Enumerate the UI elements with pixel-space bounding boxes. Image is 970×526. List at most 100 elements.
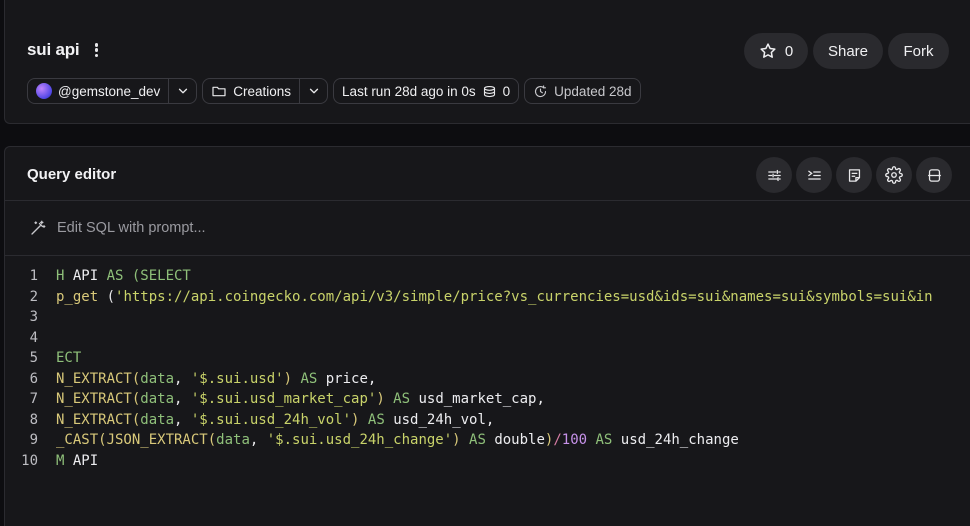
code-text: H API AS (SELECT bbox=[56, 266, 191, 287]
notes-icon bbox=[848, 168, 860, 182]
code-token: M bbox=[56, 452, 73, 469]
code-token: API bbox=[72, 452, 99, 469]
code-token: data bbox=[140, 370, 175, 387]
line-number: 2 bbox=[29, 288, 38, 305]
code-token: ) bbox=[452, 432, 470, 448]
code-token: 'https://api.coingecko.com/api/v3/simple… bbox=[115, 288, 933, 305]
owner-chip[interactable]: @gemstone_dev bbox=[27, 78, 170, 104]
parameters-button[interactable] bbox=[756, 157, 792, 193]
code-line[interactable]: 5 ECT bbox=[5, 348, 970, 369]
db-count: 0 bbox=[502, 83, 511, 99]
editor-toolbar bbox=[756, 157, 952, 193]
sliders-icon bbox=[767, 169, 781, 181]
share-button[interactable]: Share bbox=[813, 33, 883, 69]
code-token: AS bbox=[469, 432, 495, 448]
star-count: 0 bbox=[784, 42, 794, 60]
code-token: AS bbox=[393, 391, 419, 407]
code-text: N_EXTRACT(data, '$.sui.usd_24h_vol') AS … bbox=[56, 410, 494, 431]
code-token: ) bbox=[376, 391, 394, 407]
code-token: ECT bbox=[56, 350, 82, 366]
query-title: sui api bbox=[27, 40, 80, 59]
updated-chip[interactable]: Updated 28d bbox=[524, 78, 641, 104]
line-number: 8 bbox=[29, 411, 38, 428]
code-line[interactable]: 7 N_EXTRACT(data, '$.sui.usd_market_cap')… bbox=[5, 389, 970, 410]
star-icon bbox=[760, 43, 776, 58]
code-token: 100 bbox=[561, 432, 596, 448]
updated-text: Updated 28d bbox=[554, 83, 632, 99]
code-token: '$.sui.usd_24h_change' bbox=[266, 432, 453, 448]
code-token: , bbox=[249, 432, 267, 448]
line-number: 4 bbox=[29, 329, 38, 346]
fork-button[interactable]: Fork bbox=[888, 33, 949, 69]
chevron-down-icon bbox=[178, 88, 187, 94]
code-text: ECT bbox=[56, 348, 81, 369]
code-token: API bbox=[72, 268, 107, 284]
code-token: , bbox=[174, 370, 191, 387]
code-line[interactable]: 8 N_EXTRACT(data, '$.sui.usd_24h_vol') AS… bbox=[5, 410, 970, 431]
owner-name: @gemstone_dev bbox=[58, 83, 161, 99]
query-editor-card: Query editor 1 H API AS (SELECT 2 p_get ('h… bbox=[4, 146, 970, 526]
format-icon bbox=[807, 170, 821, 180]
more-options-icon[interactable] bbox=[91, 41, 101, 59]
settings-button[interactable] bbox=[876, 157, 912, 193]
collection-name: Creations bbox=[233, 83, 292, 99]
code-editor[interactable]: 1 H API AS (SELECT 2 p_get ('https://api.co… bbox=[5, 266, 970, 471]
code-token: H bbox=[56, 268, 73, 284]
code-token: N_EXTRACT( bbox=[56, 370, 141, 387]
code-line[interactable]: 2 p_get ('https://api.coingecko.com/api/v… bbox=[5, 287, 970, 308]
code-token: , bbox=[174, 411, 191, 428]
collection-dropdown[interactable] bbox=[300, 78, 329, 104]
layout-icon bbox=[927, 168, 941, 182]
line-number: 6 bbox=[29, 370, 38, 387]
editor-title: Query editor bbox=[27, 166, 117, 183]
code-token: AS (SELECT bbox=[106, 268, 191, 284]
code-token: N_EXTRACT( bbox=[56, 411, 141, 428]
code-line[interactable]: 1 H API AS (SELECT bbox=[5, 266, 970, 287]
code-token: price, bbox=[325, 370, 377, 387]
line-number: 3 bbox=[29, 309, 38, 325]
code-line[interactable]: 10 M API bbox=[5, 451, 970, 472]
notes-button[interactable] bbox=[836, 157, 872, 193]
query-header-card: sui api 0 Share Fork @gemstone_dev Creat… bbox=[4, 0, 970, 124]
code-token: '$.sui.usd_market_cap' bbox=[190, 391, 377, 407]
line-number: 1 bbox=[29, 268, 38, 284]
clock-refresh-icon bbox=[535, 84, 547, 97]
star-button[interactable]: 0 bbox=[744, 33, 808, 69]
code-token: ) bbox=[283, 370, 301, 387]
code-line[interactable]: 3 bbox=[5, 307, 970, 328]
last-run-text: Last run 28d ago in 0s bbox=[342, 83, 476, 99]
code-text: M API bbox=[56, 451, 98, 472]
owner-dropdown[interactable] bbox=[169, 78, 198, 104]
code-text: N_EXTRACT(data, '$.sui.usd') AS price, bbox=[56, 369, 376, 390]
code-token: data bbox=[140, 391, 175, 407]
code-token: '$.sui.usd' bbox=[190, 370, 284, 387]
code-token: usd_24h_change bbox=[620, 432, 739, 448]
owner-selector: @gemstone_dev bbox=[27, 78, 198, 104]
code-token: usd_24h_vol, bbox=[393, 411, 495, 428]
code-line[interactable]: 4 bbox=[5, 328, 970, 349]
code-token: AS bbox=[595, 432, 621, 448]
last-run-chip[interactable]: Last run 28d ago in 0s 0 bbox=[333, 78, 520, 104]
code-line[interactable]: 9 _CAST(JSON_EXTRACT(data, '$.sui.usd_24h… bbox=[5, 430, 970, 451]
line-number: 7 bbox=[29, 391, 38, 407]
line-number: 10 bbox=[21, 452, 38, 469]
code-token: _CAST(JSON_EXTRACT( bbox=[56, 432, 217, 448]
sql-prompt-input[interactable] bbox=[57, 220, 757, 236]
top-actions: 0 Share Fork bbox=[744, 33, 949, 69]
code-token: ) bbox=[351, 411, 368, 428]
code-token: N_EXTRACT( bbox=[56, 391, 141, 407]
code-text: _CAST(JSON_EXTRACT(data, '$.sui.usd_24h_… bbox=[56, 430, 739, 451]
code-token: usd_market_cap, bbox=[418, 391, 545, 407]
code-text: N_EXTRACT(data, '$.sui.usd_market_cap') … bbox=[56, 389, 545, 410]
layout-button[interactable] bbox=[916, 157, 952, 193]
prompt-row bbox=[5, 201, 970, 256]
chevron-down-icon bbox=[309, 88, 318, 94]
code-line[interactable]: 6 N_EXTRACT(data, '$.sui.usd') AS price, bbox=[5, 369, 970, 390]
editor-header: Query editor bbox=[5, 147, 970, 201]
collection-chip[interactable]: Creations bbox=[202, 78, 301, 104]
code-token: p_get bbox=[56, 288, 107, 305]
magic-wand-icon bbox=[31, 220, 46, 235]
avatar bbox=[36, 83, 52, 99]
format-button[interactable] bbox=[796, 157, 832, 193]
code-token: '$.sui.usd_24h_vol' bbox=[190, 411, 352, 428]
